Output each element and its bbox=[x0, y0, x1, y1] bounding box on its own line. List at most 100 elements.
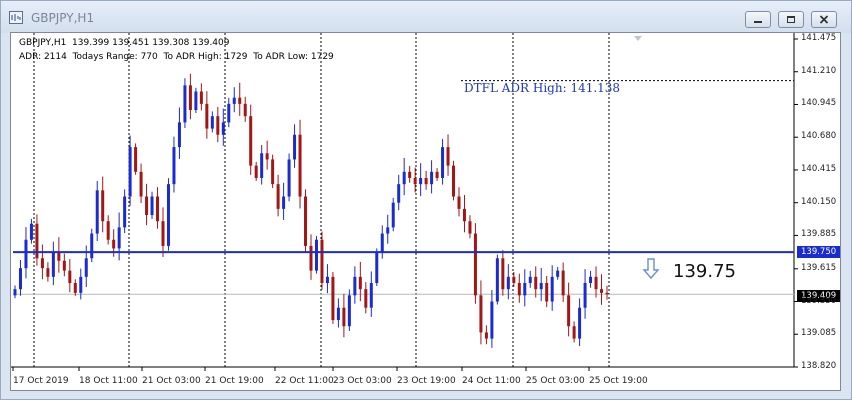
x-tick-label: 17 Oct 2019 bbox=[13, 376, 69, 386]
candle-body bbox=[112, 239, 116, 249]
candle-body bbox=[600, 289, 604, 293]
candle-body bbox=[298, 134, 302, 197]
candle-body bbox=[325, 276, 329, 283]
x-tick-label: 23 Oct 03:00 bbox=[333, 376, 392, 386]
x-tick-label: 25 Oct 19:00 bbox=[589, 376, 648, 386]
candle-body bbox=[452, 165, 456, 197]
candle-body bbox=[145, 196, 149, 216]
y-tick-label: 138.820 bbox=[801, 361, 837, 371]
candle-body bbox=[68, 270, 72, 283]
candle-body bbox=[501, 258, 505, 290]
candle-body bbox=[567, 295, 571, 327]
candle-body bbox=[243, 103, 247, 117]
symbol-ohlc-line: GBPJPY,H1 139.399 139.451 139.308 139.40… bbox=[19, 38, 230, 48]
candle-body bbox=[304, 196, 308, 246]
chart-window: GBPJPY,H1 GBPJPY,H1 139.399 139.451 139.… bbox=[0, 0, 852, 400]
candle-body bbox=[545, 282, 549, 302]
candle-body bbox=[238, 97, 242, 104]
y-tick-label: 139.085 bbox=[801, 328, 837, 339]
y-tick-label: 139.615 bbox=[801, 262, 837, 273]
candle-body bbox=[495, 258, 499, 302]
candle-body bbox=[128, 147, 132, 197]
restore-icon bbox=[787, 16, 795, 23]
candle-body bbox=[194, 91, 198, 111]
y-tick-label: 140.945 bbox=[801, 98, 837, 109]
candle-body bbox=[161, 221, 165, 246]
close-button[interactable] bbox=[811, 11, 837, 28]
candle-body bbox=[468, 221, 472, 234]
candle-body bbox=[216, 116, 220, 135]
y-tick-label: 139.350 bbox=[801, 295, 837, 306]
candle-body bbox=[353, 276, 357, 296]
candle-body bbox=[336, 307, 340, 321]
title-bar[interactable]: GBPJPY,H1 bbox=[1, 1, 851, 33]
candle-body bbox=[534, 276, 538, 290]
chart-canvas bbox=[11, 33, 798, 371]
minimize-icon bbox=[754, 21, 762, 23]
price-chart[interactable]: GBPJPY,H1 139.399 139.451 139.308 139.40… bbox=[10, 32, 841, 391]
candle-body bbox=[227, 103, 231, 123]
candle-body bbox=[594, 276, 598, 290]
candle-body bbox=[106, 221, 110, 240]
candle-body bbox=[550, 276, 554, 302]
candle-body bbox=[249, 116, 253, 166]
candle-body bbox=[260, 153, 264, 178]
candle-body bbox=[441, 147, 445, 178]
candle-body bbox=[57, 252, 61, 261]
candle-body bbox=[210, 116, 214, 129]
candle-body bbox=[369, 282, 373, 308]
x-tick-label: 21 Oct 19:00 bbox=[205, 376, 264, 386]
candle-body bbox=[578, 307, 582, 339]
x-tick-label: 21 Oct 03:00 bbox=[142, 376, 201, 386]
candle-body bbox=[73, 282, 77, 293]
candle-body bbox=[490, 301, 494, 339]
candle-body bbox=[556, 270, 560, 277]
minimize-button[interactable] bbox=[745, 11, 771, 28]
adr-info-line: ADR: 2114 Todays Range: 770 To ADR High:… bbox=[19, 52, 334, 62]
candle-body bbox=[90, 233, 94, 259]
candle-body bbox=[95, 190, 99, 234]
x-tick-label: 23 Oct 19:00 bbox=[397, 376, 456, 386]
triangle-down-icon bbox=[634, 36, 642, 41]
candle-body bbox=[232, 97, 236, 104]
candle-body bbox=[172, 147, 176, 185]
maximize-button[interactable] bbox=[778, 11, 804, 28]
candle-body bbox=[605, 292, 609, 295]
candle-body bbox=[254, 165, 258, 178]
candle-body bbox=[320, 239, 324, 283]
candle-body bbox=[419, 177, 423, 185]
level-price-label: 139.75 bbox=[673, 261, 736, 282]
candle-body bbox=[517, 282, 521, 296]
candle-body bbox=[358, 276, 362, 290]
candle-body bbox=[188, 85, 192, 111]
y-tick-label: 141.475 bbox=[801, 33, 837, 43]
candle-body bbox=[473, 233, 477, 296]
x-tick-label: 18 Oct 11:00 bbox=[79, 376, 138, 386]
candle-body bbox=[572, 326, 576, 339]
candle-body bbox=[177, 122, 181, 148]
y-tick-label: 141.210 bbox=[801, 65, 837, 76]
candle-body bbox=[408, 171, 412, 178]
candle-body bbox=[512, 276, 516, 283]
candle-body bbox=[528, 276, 532, 283]
candle-body bbox=[446, 147, 450, 166]
candle-body bbox=[166, 184, 170, 246]
candle-body bbox=[271, 159, 275, 185]
candle-body bbox=[347, 295, 351, 327]
candle-body bbox=[287, 159, 291, 197]
candle-body bbox=[150, 196, 154, 216]
candle-body bbox=[293, 134, 297, 160]
candle-body bbox=[391, 202, 395, 228]
candle-body bbox=[413, 177, 417, 185]
candle-body bbox=[589, 276, 593, 283]
candle-body bbox=[221, 122, 225, 135]
candle-body bbox=[375, 252, 379, 283]
candle-body bbox=[506, 276, 510, 290]
candle-body bbox=[282, 196, 286, 209]
candle-body bbox=[40, 258, 44, 269]
candle-body bbox=[342, 307, 346, 327]
candle-body bbox=[523, 282, 527, 296]
candle-body bbox=[156, 196, 160, 222]
candle-body bbox=[199, 91, 203, 104]
candle-body bbox=[430, 171, 434, 185]
